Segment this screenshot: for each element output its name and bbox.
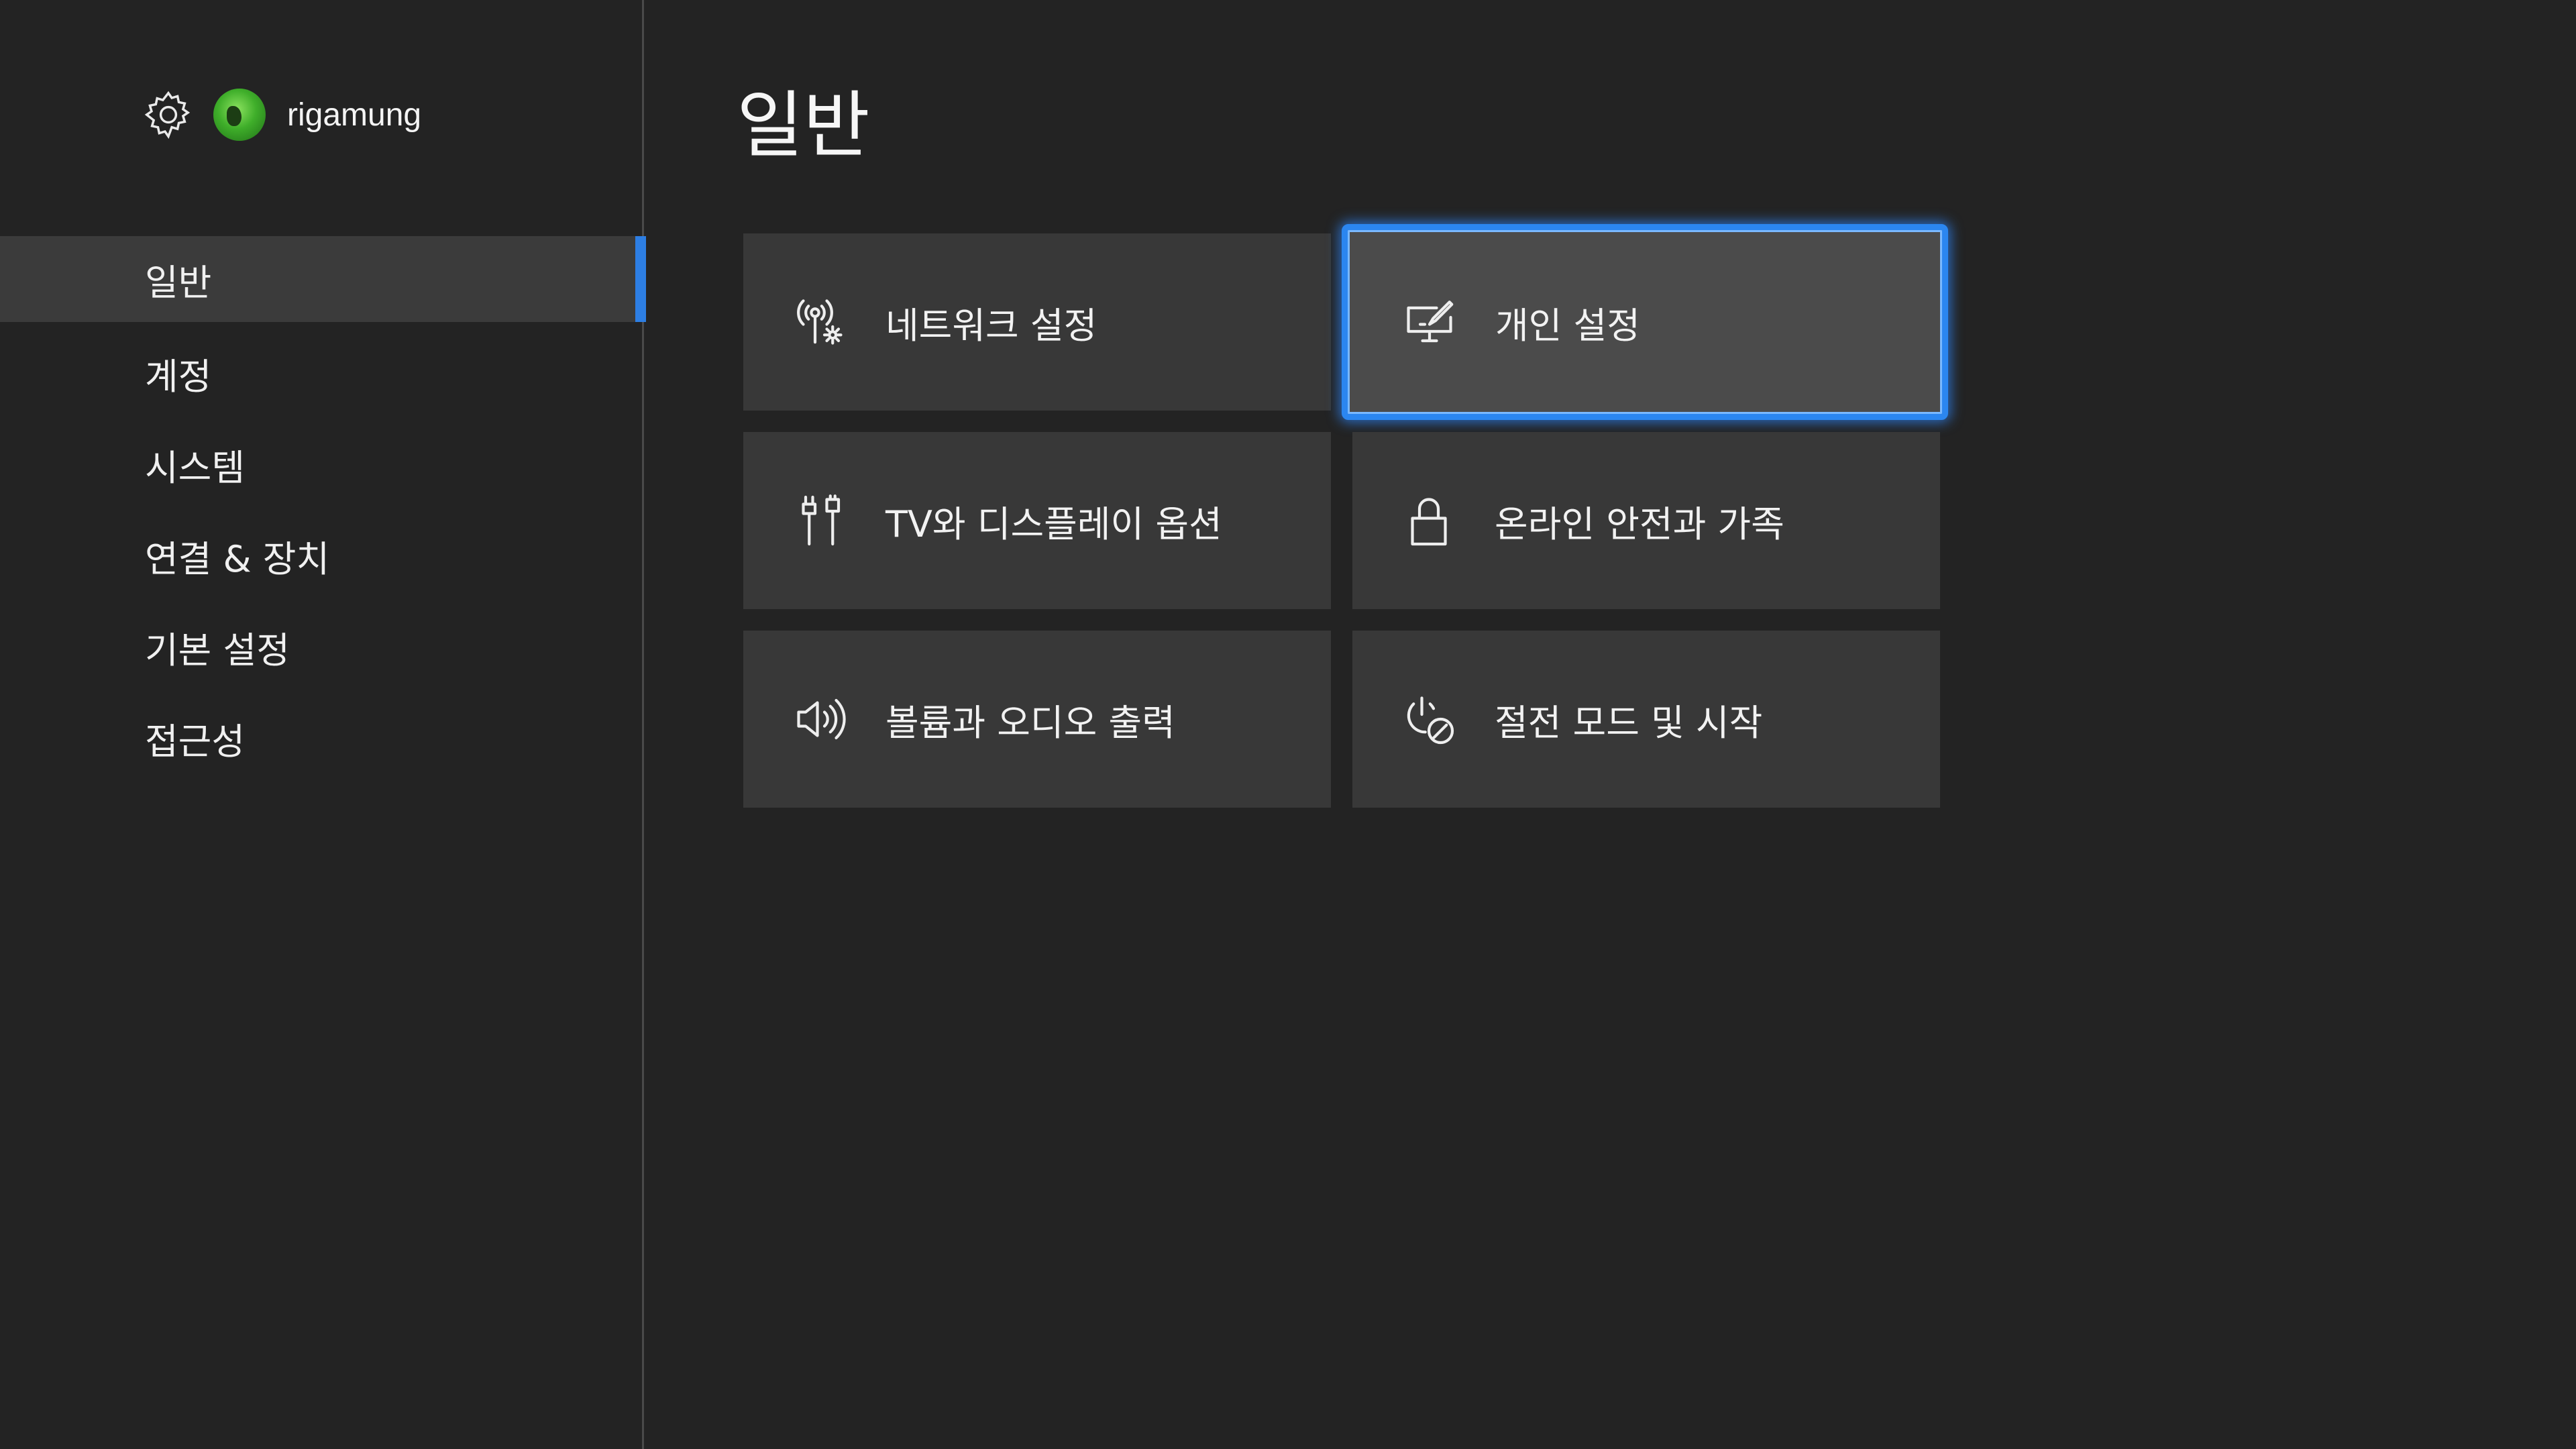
avatar[interactable] xyxy=(213,89,266,141)
username[interactable]: rigamung xyxy=(287,97,421,133)
sidebar: rigamung 일반 계정 시스템 연결 & 장치 기본 설정 접근성 xyxy=(0,0,646,1449)
sidebar-item-system[interactable]: 시스템 xyxy=(0,419,644,510)
tv-display-options-tile[interactable]: TV와 디스플레이 옵션 xyxy=(743,432,1331,609)
personalization-tile[interactable]: 개인 설정 xyxy=(1342,224,1948,420)
sidebar-item-devices-connections[interactable]: 연결 & 장치 xyxy=(0,510,644,601)
tv-display-options-label: TV와 디스플레이 옵션 xyxy=(885,502,1222,545)
lock-icon xyxy=(1395,487,1462,554)
sidebar-item-account[interactable]: 계정 xyxy=(0,327,644,419)
tv-display-icon xyxy=(786,487,853,554)
page-title: 일반 xyxy=(737,84,870,168)
personalization-icon xyxy=(1396,288,1463,356)
sidebar-item-preferences[interactable]: 기본 설정 xyxy=(0,601,644,692)
sidebar-item-general[interactable]: 일반 xyxy=(0,236,646,322)
personalization-label: 개인 설정 xyxy=(1495,304,1640,347)
sidebar-item-accessibility[interactable]: 접근성 xyxy=(0,692,644,784)
network-settings-icon xyxy=(786,288,853,356)
gear-icon[interactable] xyxy=(142,89,195,141)
volume-audio-output-label: 볼륨과 오디오 출력 xyxy=(885,701,1175,744)
volume-audio-output-tile[interactable]: 볼륨과 오디오 출력 xyxy=(743,631,1331,808)
power-mode-startup-label: 절전 모드 및 시작 xyxy=(1495,701,1763,744)
network-settings-tile[interactable]: 네트워크 설정 xyxy=(743,233,1331,411)
speaker-volume-icon xyxy=(786,686,853,753)
online-safety-family-tile[interactable]: 온라인 안전과 가족 xyxy=(1352,432,1940,609)
user-header: rigamung xyxy=(142,85,421,145)
power-mode-startup-tile[interactable]: 절전 모드 및 시작 xyxy=(1352,631,1940,808)
power-leaf-icon xyxy=(1395,686,1462,753)
network-settings-label: 네트워크 설정 xyxy=(885,304,1097,347)
sidebar-nav: 일반 계정 시스템 연결 & 장치 기본 설정 접근성 xyxy=(0,236,646,784)
online-safety-family-label: 온라인 안전과 가족 xyxy=(1495,502,1784,545)
